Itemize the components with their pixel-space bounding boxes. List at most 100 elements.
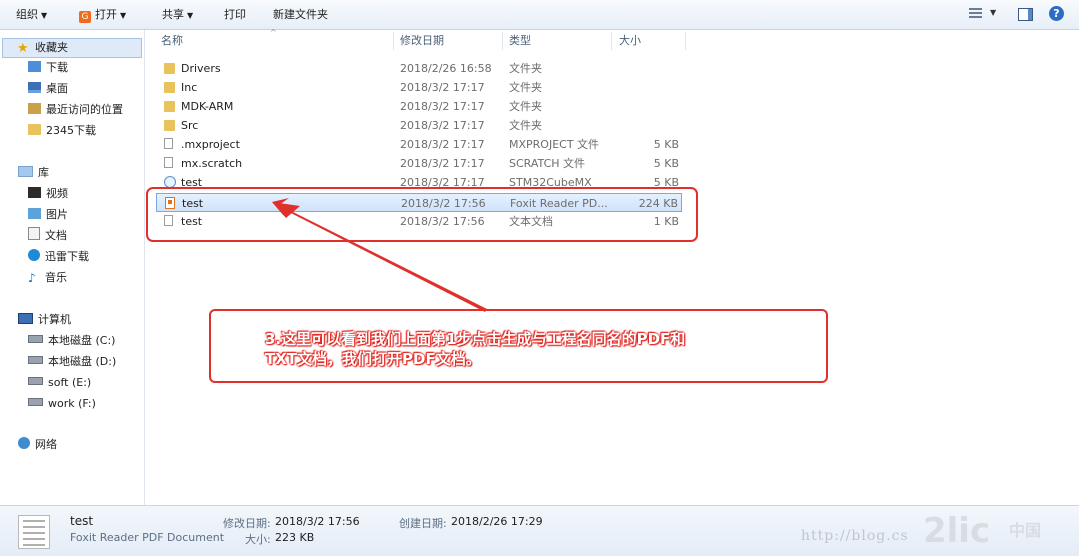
video-icon — [28, 187, 41, 198]
column-header-date[interactable]: 修改日期 — [400, 30, 444, 52]
nav-disk-c[interactable]: 本地磁盘 (C:) — [28, 332, 115, 350]
sort-ascending-icon: ^ — [270, 28, 277, 37]
column-header-size[interactable]: 大小 — [619, 30, 641, 52]
nav-xunlei[interactable]: 迅雷下载 — [28, 248, 89, 266]
nav-disk-f[interactable]: work (F:) — [28, 395, 96, 413]
preview-pane-icon[interactable] — [1018, 8, 1033, 21]
file-row[interactable]: Inc 2018/3/2 17:17 文件夹 — [156, 78, 682, 97]
nav-favorites[interactable]: ★ 收藏夹 — [2, 38, 142, 58]
callout-text: 3.这里可以看到我们上面第1步点击生成与工程名同名的PDF和 TXT文档，我们打… — [265, 329, 805, 369]
nav-downloads[interactable]: 下载 — [28, 59, 68, 77]
column-header-type[interactable]: 类型 — [509, 30, 531, 52]
column-divider[interactable] — [611, 32, 612, 50]
help-icon[interactable]: ? — [1049, 6, 1064, 21]
nav-disk-c-label: 本地磁盘 (C:) — [48, 334, 116, 347]
nav-pictures[interactable]: 图片 — [28, 206, 68, 224]
nav-network[interactable]: 网络 — [18, 436, 57, 454]
file-type: SCRATCH 文件 — [509, 157, 586, 170]
folder-icon — [164, 101, 175, 112]
file-row[interactable]: mx.scratch 2018/3/2 17:17 SCRATCH 文件 5 K… — [156, 154, 682, 173]
nav-disk-d-label: 本地磁盘 (D:) — [48, 355, 117, 368]
nav-recent[interactable]: 最近访问的位置 — [28, 101, 123, 119]
file-size: 5 KB — [653, 138, 679, 151]
nav-music[interactable]: ♪ 音乐 — [28, 269, 67, 287]
nav-music-label: 音乐 — [45, 271, 67, 284]
library-icon — [18, 166, 33, 177]
chevron-down-icon: ▼ — [187, 11, 194, 20]
open-label: 打开 — [95, 8, 117, 21]
file-row[interactable]: Src 2018/3/2 17:17 文件夹 — [156, 116, 682, 135]
column-divider[interactable] — [685, 32, 686, 50]
download-folder-icon — [28, 61, 41, 72]
document-icon — [28, 227, 40, 240]
file-name: Inc — [181, 81, 198, 94]
star-icon: ★ — [17, 41, 29, 56]
file-row[interactable]: MDK-ARM 2018/3/2 17:17 文件夹 — [156, 97, 682, 116]
file-date: 2018/3/2 17:17 — [400, 119, 485, 132]
highlight-box — [146, 187, 698, 242]
drive-icon — [28, 356, 43, 364]
print-button[interactable]: 打印 — [224, 7, 246, 22]
file-date: 2018/2/26 16:58 — [400, 62, 492, 75]
view-menu-chevron-icon[interactable]: ▼ — [990, 8, 996, 17]
nav-libraries[interactable]: 库 — [18, 164, 49, 182]
nav-disk-e-label: soft (E:) — [48, 376, 92, 389]
nav-disk-d[interactable]: 本地磁盘 (D:) — [28, 353, 116, 371]
file-icon — [164, 157, 173, 168]
details-modified-label: 修改日期: — [223, 517, 271, 530]
details-created: 2018/2/26 17:29 — [451, 515, 543, 528]
file-name: .mxproject — [181, 138, 240, 151]
xunlei-icon — [28, 249, 40, 261]
file-date: 2018/3/2 17:17 — [400, 81, 485, 94]
music-icon: ♪ — [28, 271, 36, 285]
file-type: MXPROJECT 文件 — [509, 138, 600, 151]
view-options-icon[interactable] — [969, 8, 982, 19]
folder-icon — [28, 124, 41, 135]
file-date: 2018/3/2 17:17 — [400, 138, 485, 151]
svg-text:中国: 中国 — [1009, 521, 1041, 540]
share-menu[interactable]: 共享 ▼ — [162, 7, 193, 22]
details-size-label: 大小: — [245, 533, 271, 546]
nav-disk-e[interactable]: soft (E:) — [28, 374, 91, 392]
drive-icon — [28, 335, 43, 343]
nav-network-label: 网络 — [35, 438, 57, 451]
nav-2345-downloads[interactable]: 2345下载 — [28, 122, 96, 140]
navigation-pane: ★ 收藏夹 下载 桌面 最近访问的位置 2345下载 库 视频 图片 文档 迅雷下… — [0, 30, 145, 505]
file-type: 文件夹 — [509, 81, 542, 94]
file-row[interactable]: .mxproject 2018/3/2 17:17 MXPROJECT 文件 5… — [156, 135, 682, 154]
nav-downloads-label: 下载 — [46, 61, 68, 74]
open-button[interactable]: G 打开 ▼ — [79, 7, 127, 23]
file-name: mx.scratch — [181, 157, 243, 170]
callout-line-1: 3.这里可以看到我们上面第1步点击生成与工程名同名的PDF和 — [265, 330, 686, 348]
details-modified: 2018/3/2 17:56 — [275, 515, 360, 528]
file-date: 2018/3/2 17:17 — [400, 100, 485, 113]
file-icon — [164, 138, 173, 149]
column-divider[interactable] — [502, 32, 503, 50]
details-type: Foxit Reader PDF Document — [70, 531, 225, 544]
folder-icon — [164, 120, 175, 131]
new-folder-button[interactable]: 新建文件夹 — [273, 7, 328, 22]
svg-text:2lic: 2lic — [923, 511, 990, 551]
nav-videos[interactable]: 视频 — [28, 185, 68, 203]
nav-documents[interactable]: 文档 — [28, 227, 67, 245]
file-type: 文件夹 — [509, 100, 542, 113]
file-row[interactable]: Drivers 2018/2/26 16:58 文件夹 — [156, 59, 682, 78]
column-header-name[interactable]: 名称 — [161, 30, 183, 52]
details-pane: test Foxit Reader PDF Document 修改日期: 201… — [0, 505, 1079, 556]
drive-icon — [28, 398, 43, 406]
nav-desktop[interactable]: 桌面 — [28, 80, 68, 98]
file-name: Src — [181, 119, 199, 132]
folder-icon — [164, 82, 175, 93]
file-date: 2018/3/2 17:17 — [400, 157, 485, 170]
nav-2345-label: 2345下载 — [46, 124, 96, 137]
network-icon — [18, 437, 30, 449]
chevron-down-icon: ▼ — [120, 11, 127, 20]
column-divider[interactable] — [393, 32, 394, 50]
details-created-label: 创建日期: — [399, 517, 447, 530]
organize-label: 组织 — [16, 8, 38, 21]
desktop-icon — [28, 82, 41, 93]
file-type: 文件夹 — [509, 62, 542, 75]
organize-menu[interactable]: 组织 ▼ — [16, 7, 47, 22]
nav-computer[interactable]: 计算机 — [18, 311, 71, 329]
nav-disk-f-label: work (F:) — [48, 397, 96, 410]
